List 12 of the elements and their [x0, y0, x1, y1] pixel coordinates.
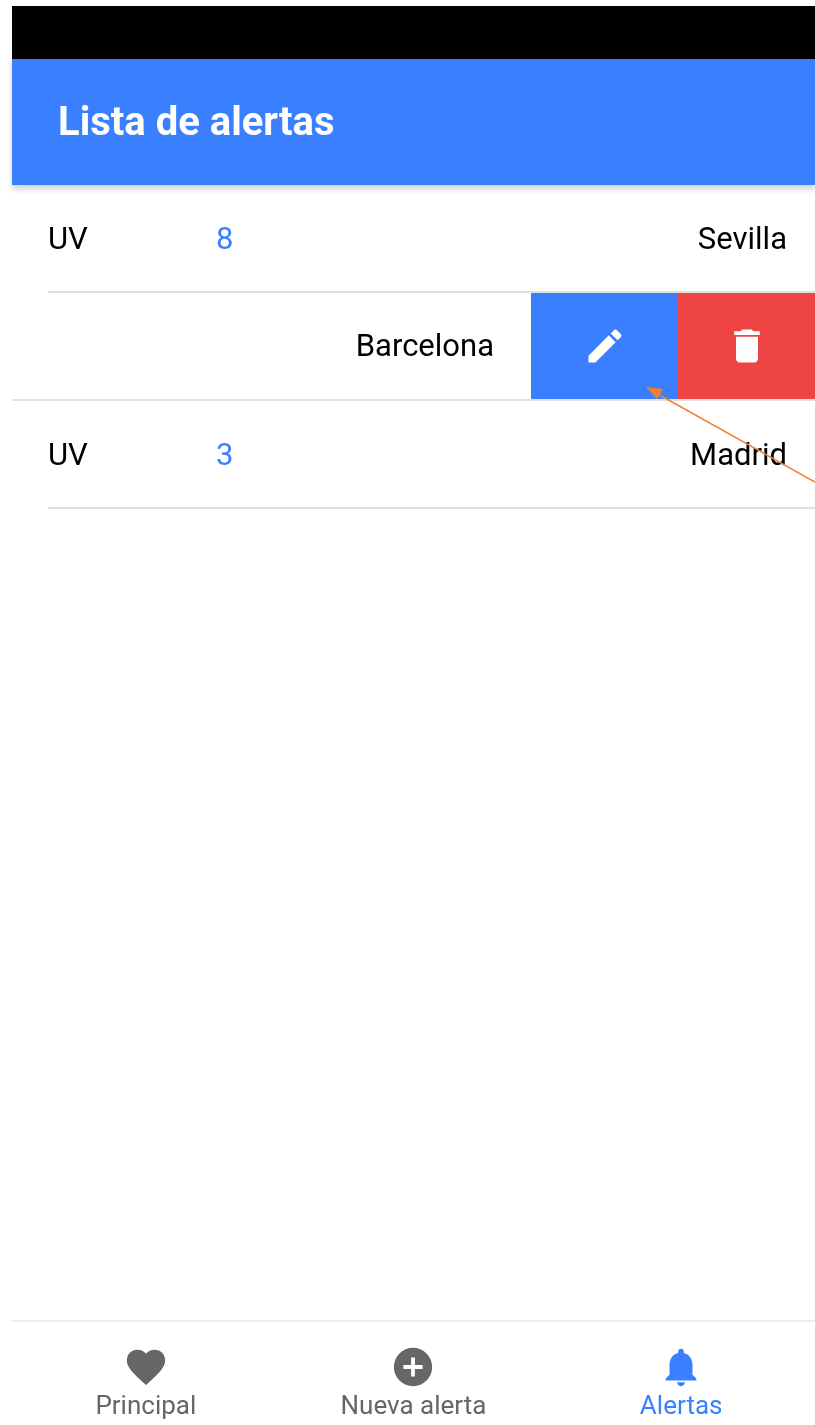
alert-type: UV [48, 218, 89, 259]
app-bar-title: Lista de alertas [58, 102, 335, 142]
alert-type: UV [48, 434, 89, 475]
alert-value: 3 [216, 434, 234, 475]
alert-city: Sevilla [697, 218, 787, 259]
nav-tab[interactable]: Nueva alerta [279, 1322, 548, 1425]
delete-button[interactable] [678, 293, 815, 399]
edit-button[interactable] [531, 293, 678, 399]
alert-city: Barcelona [355, 325, 494, 366]
nav-tab[interactable]: Alertas [547, 1322, 815, 1425]
alert-value: 8 [216, 218, 234, 259]
nav-tab[interactable]: Principal [12, 1322, 280, 1425]
